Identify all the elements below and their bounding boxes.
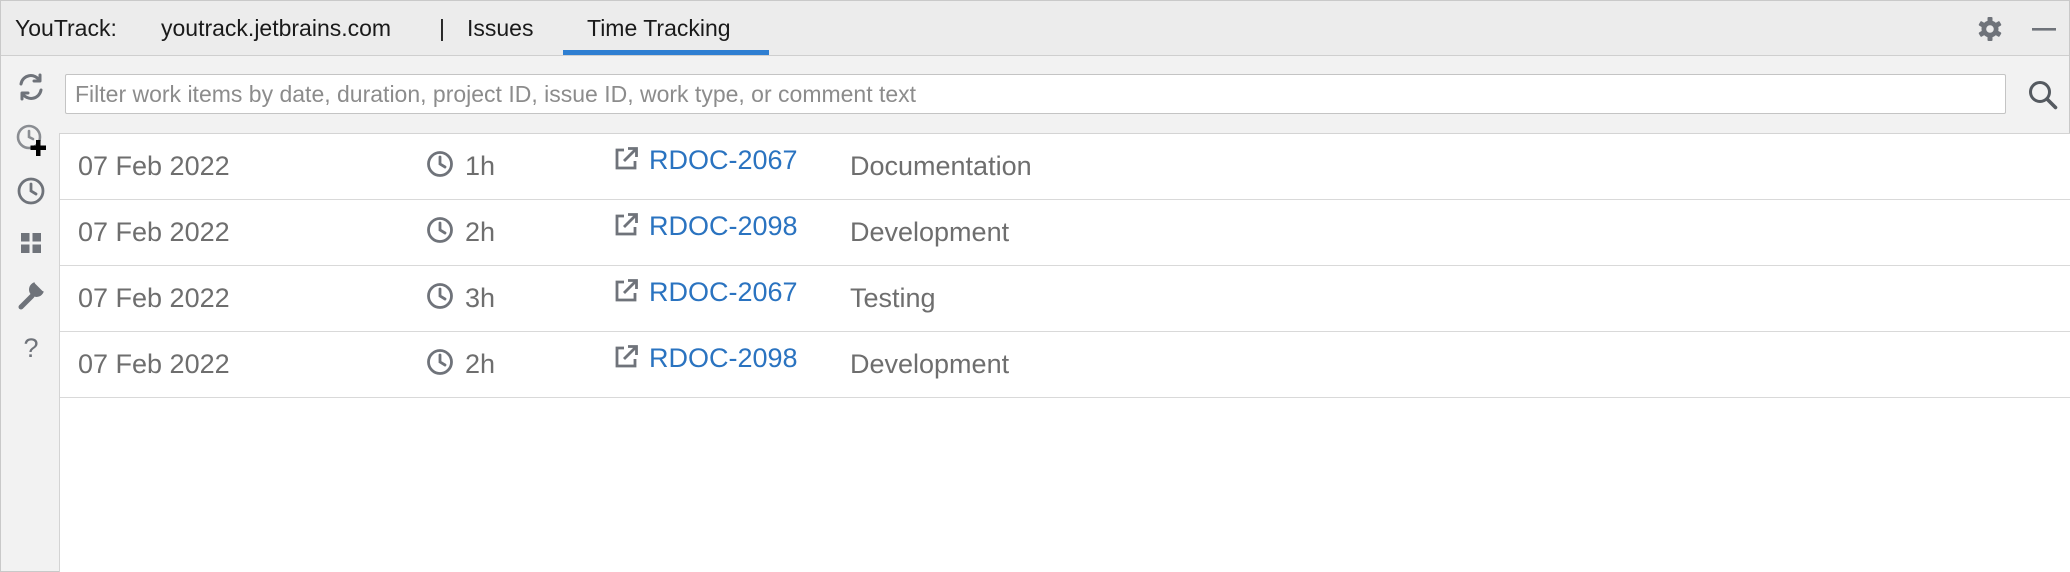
external-link-icon[interactable]	[612, 145, 640, 173]
active-tab-indicator	[563, 50, 769, 55]
work-item-type: Development	[850, 217, 1010, 247]
wrench-icon[interactable]	[15, 279, 47, 311]
external-link-icon[interactable]	[612, 277, 640, 305]
help-glyph: ?	[23, 333, 38, 363]
tab-separator: |	[439, 15, 445, 41]
external-link-icon[interactable]	[612, 343, 640, 371]
duration-value: 2h	[465, 349, 496, 379]
refresh-icon[interactable]	[15, 71, 47, 103]
work-item-type: Development	[850, 349, 1010, 379]
duration-value: 2h	[465, 217, 496, 247]
work-items-list: 07 Feb 2022 1h RDOC-2067 Documentation 0…	[59, 133, 2070, 572]
tab-time-tracking[interactable]: Time Tracking	[587, 15, 731, 42]
work-item-row[interactable]: 07 Feb 2022 1h RDOC-2067 Documentation	[60, 134, 2070, 200]
work-item-row[interactable]: 07 Feb 2022 2h RDOC-2098 Development	[60, 200, 2070, 266]
work-item-date: 07 Feb 2022	[78, 217, 230, 247]
help-icon[interactable]: ?	[15, 331, 47, 363]
minimize-icon[interactable]	[2029, 14, 2059, 44]
clock-icon	[425, 281, 455, 311]
tool-window-header: YouTrack: youtrack.jetbrains.com | Issue…	[1, 1, 2069, 56]
duration-value: 3h	[465, 283, 496, 313]
work-item-row[interactable]: 07 Feb 2022 2h RDOC-2098 Development	[60, 332, 2070, 398]
app-label: YouTrack:	[15, 15, 117, 41]
work-item-row[interactable]: 07 Feb 2022 3h RDOC-2067 Testing	[60, 266, 2070, 332]
issue-link[interactable]: RDOC-2067	[649, 145, 798, 176]
work-item-type: Testing	[850, 283, 936, 313]
clock-icon	[425, 215, 455, 245]
work-item-date: 07 Feb 2022	[78, 349, 230, 379]
gear-icon[interactable]	[1975, 14, 2005, 44]
issue-link[interactable]: RDOC-2098	[649, 343, 798, 374]
duration-value: 1h	[465, 151, 496, 181]
work-item-type: Documentation	[850, 151, 1032, 181]
clock-icon	[425, 347, 455, 377]
add-work-item-icon[interactable]	[15, 123, 47, 156]
tab-issues[interactable]: Issues	[467, 15, 533, 42]
time-tracking-window: YouTrack: youtrack.jetbrains.com | Issue…	[0, 0, 2070, 572]
issue-link[interactable]: RDOC-2098	[649, 211, 798, 242]
issue-link[interactable]: RDOC-2067	[649, 277, 798, 308]
work-item-date: 07 Feb 2022	[78, 283, 230, 313]
tab-server[interactable]: youtrack.jetbrains.com	[161, 15, 391, 42]
external-link-icon[interactable]	[612, 211, 640, 239]
clock-icon	[425, 149, 455, 179]
grid-icon[interactable]	[15, 227, 47, 259]
search-input[interactable]	[65, 74, 2006, 114]
work-item-date: 07 Feb 2022	[78, 151, 230, 181]
clock-icon[interactable]	[15, 175, 47, 207]
search-icon[interactable]	[2027, 79, 2059, 111]
